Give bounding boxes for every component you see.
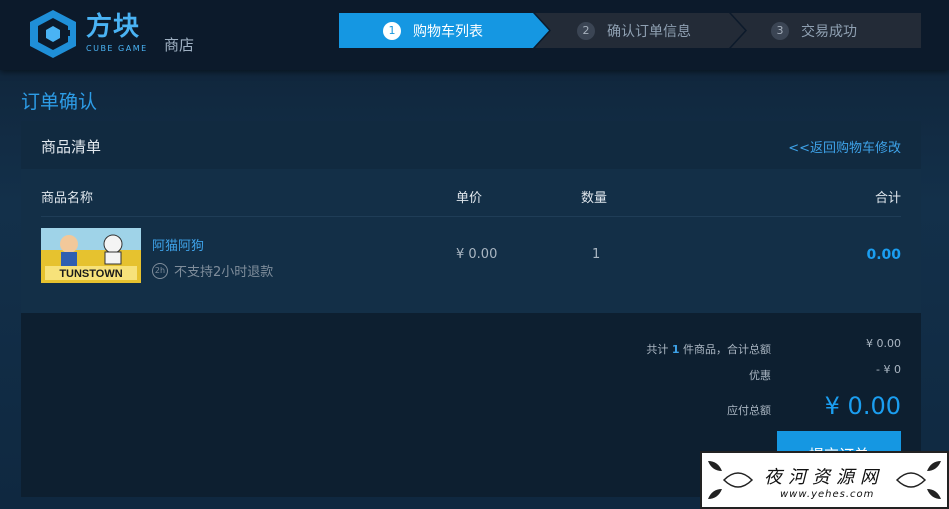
product-name-link[interactable]: 阿猫阿狗 [152,235,204,254]
page-title: 订单确认 [21,91,98,113]
product-art-image: TUNSTOWN [41,228,141,283]
count-suffix: 件商品，合计总额 [683,343,771,356]
checkout-steps: 1 购物车列表 2 确认订单信息 3 交易成功 [339,13,921,48]
watermark-text: 夜河资源网 [764,467,884,488]
panel-header: 商品清单 <<返回购物车修改 [21,121,921,169]
refund-note: 不支持2小时退款 [174,265,274,280]
panel-title: 商品清单 [41,138,102,156]
step-success: 3 交易成功 [771,13,857,48]
step-label: 确认订单信息 [607,23,691,40]
item-price: ¥ 0.00 [456,247,498,262]
row-divider [41,216,901,217]
step-label: 交易成功 [801,23,857,40]
goods-table: 商品名称 单价 数量 合计 TUNSTOWN 阿猫阿狗 2h 不支持2小时退款 … [21,169,921,313]
item-total: 0.00 [866,247,901,263]
step-cart-list: 1 购物车列表 [383,13,483,48]
step-number: 2 [577,21,595,40]
column-header-name: 商品名称 [41,191,94,206]
column-header-qty: 数量 [581,191,608,206]
column-header-price: 单价 [456,191,483,206]
subtotal-value: ¥ 0.00 [866,337,901,350]
summary-count: 共计 1 件商品，合计总额 [646,341,771,357]
cube-logo-icon [30,10,76,58]
top-header: 方块 CUBE GAME 商店 1 购物车列表 2 确认订单信息 3 交易成功 [0,0,949,70]
column-header-total: 合计 [874,191,901,206]
back-to-cart-link[interactable]: <<返回购物车修改 [788,137,901,156]
discount-label: 优惠 [749,369,771,382]
step-number: 1 [383,21,401,40]
count-value: 1 [671,343,680,356]
step-label: 购物车列表 [413,23,483,40]
product-thumbnail[interactable]: TUNSTOWN [41,228,141,283]
brand-logo[interactable]: 方块 CUBE GAME [26,8,166,60]
refund-notice: 2h 不支持2小时退款 [152,261,273,280]
brand-subtitle: CUBE GAME [86,44,148,53]
shop-label: 商店 [164,36,195,54]
watermark-url: www.yehes.com [780,489,875,500]
watermark-badge: 夜河资源网 www.yehes.com [700,451,949,509]
order-panel: 商品清单 <<返回购物车修改 商品名称 单价 数量 合计 TUNSTOWN 阿猫… [21,121,921,497]
item-quantity: 1 [592,247,601,262]
step-number: 3 [771,21,789,40]
step-confirm-order: 2 确认订单信息 [577,13,691,48]
discount-value: - ¥ 0 [876,363,901,376]
brand-title: 方块 [86,12,141,42]
payable-total: ¥ 0.00 [824,392,901,420]
payable-label: 应付总额 [727,404,771,417]
count-prefix: 共计 [646,343,669,356]
two-hour-refund-icon: 2h [152,262,168,279]
product-art-text: TUNSTOWN [59,268,122,280]
